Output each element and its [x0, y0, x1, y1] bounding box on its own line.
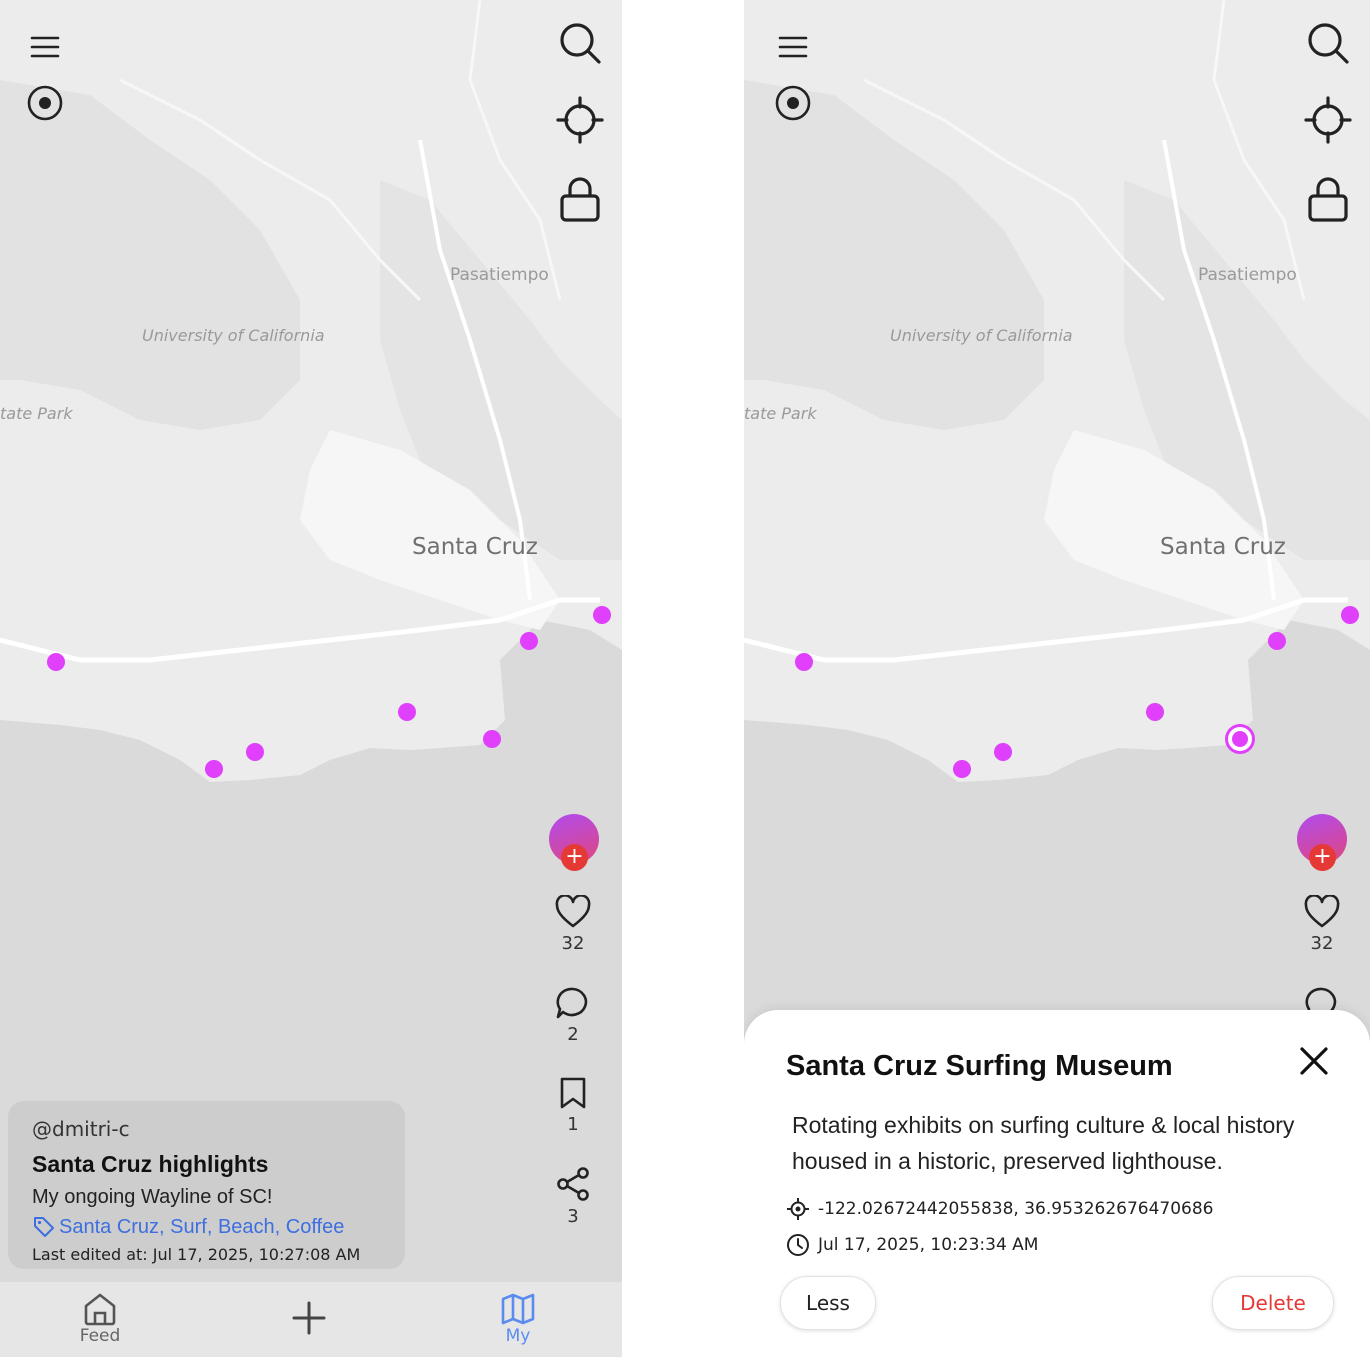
wayline-title: Santa Cruz highlights — [32, 1151, 269, 1177]
share-button[interactable]: 3 — [548, 1166, 598, 1227]
wayline-description: My ongoing Wayline of SC! — [32, 1186, 273, 1208]
nav-my-label: My — [505, 1326, 531, 1346]
place-title: Santa Cruz Surfing Museum — [786, 1050, 1173, 1082]
nav-feed-label: Feed — [79, 1326, 121, 1346]
map-label-pasatiempo: Pasatiempo — [1198, 265, 1297, 285]
map-marker[interactable] — [593, 606, 611, 624]
search-icon[interactable] — [555, 18, 605, 68]
bottom-nav: Feed My — [0, 1282, 622, 1357]
share-icon — [557, 1167, 589, 1201]
map-icon — [501, 1293, 535, 1325]
menu-icon[interactable] — [24, 28, 66, 66]
crosshair-icon[interactable] — [555, 95, 605, 145]
home-icon — [84, 1293, 116, 1326]
save-count: 1 — [567, 1114, 579, 1135]
nav-feed[interactable]: Feed — [75, 1292, 125, 1346]
map-marker[interactable] — [205, 760, 223, 778]
wayline-tags[interactable]: Santa Cruz, Surf, Beach, Coffee — [32, 1215, 381, 1239]
map-label-city: Santa Cruz — [1160, 534, 1286, 560]
map-marker[interactable] — [483, 730, 501, 748]
map-marker[interactable] — [1146, 703, 1164, 721]
map-marker[interactable] — [1268, 632, 1286, 650]
record-icon[interactable] — [772, 82, 814, 124]
search-icon[interactable] — [1303, 18, 1353, 68]
like-button[interactable]: 32 — [1297, 895, 1347, 954]
like-count: 32 — [1310, 933, 1334, 954]
timestamp-row: Jul 17, 2025, 10:23:34 AM — [786, 1233, 1038, 1257]
author-avatar[interactable]: + — [549, 814, 599, 871]
delete-button[interactable]: Delete — [1212, 1276, 1334, 1330]
tag-icon — [34, 1217, 54, 1237]
bookmark-icon — [560, 1077, 586, 1109]
lock-icon[interactable] — [1303, 175, 1353, 225]
coordinates-row: -122.02672442055838, 36.953262676470686 — [786, 1197, 1214, 1221]
map-label-state-park: tate Park — [0, 404, 73, 423]
last-edited: Last edited at: Jul 17, 2025, 10:27:08 A… — [32, 1245, 361, 1264]
nav-add[interactable] — [287, 1300, 331, 1336]
lock-icon[interactable] — [555, 175, 605, 225]
location-target-icon — [787, 1198, 809, 1220]
close-icon[interactable] — [1297, 1044, 1331, 1078]
map-label-pasatiempo: Pasatiempo — [450, 265, 549, 285]
map-label-state-park: tate Park — [744, 404, 817, 423]
map-label-university: University of California — [890, 326, 1073, 345]
comment-icon — [556, 987, 588, 1019]
share-count: 3 — [567, 1206, 579, 1227]
comment-count: 2 — [567, 1024, 579, 1045]
map-marker[interactable] — [47, 653, 65, 671]
crosshair-icon[interactable] — [1303, 95, 1353, 145]
place-coordinates: -122.02672442055838, 36.953262676470686 — [818, 1199, 1214, 1219]
like-count: 32 — [561, 933, 585, 954]
like-button[interactable]: 32 — [548, 895, 598, 954]
map-marker[interactable] — [398, 703, 416, 721]
map-marker[interactable] — [994, 743, 1012, 761]
follow-plus-icon[interactable]: + — [561, 844, 588, 871]
follow-plus-icon[interactable]: + — [1309, 844, 1336, 871]
map-marker[interactable] — [246, 743, 264, 761]
place-timestamp: Jul 17, 2025, 10:23:34 AM — [818, 1235, 1039, 1255]
map-screen-right: Pasatiempo University of California tate… — [744, 0, 1370, 1357]
author-handle[interactable]: @dmitri-c — [32, 1117, 381, 1141]
map-marker[interactable] — [795, 653, 813, 671]
menu-icon[interactable] — [772, 28, 814, 66]
place-detail-sheet: Santa Cruz Surfing Museum Rotating exhib… — [744, 1010, 1370, 1357]
comment-button[interactable]: 2 — [548, 986, 598, 1045]
record-icon[interactable] — [24, 82, 66, 124]
nav-my[interactable]: My — [493, 1292, 543, 1346]
save-button[interactable]: 1 — [548, 1076, 598, 1135]
author-avatar[interactable]: + — [1297, 814, 1347, 871]
less-button[interactable]: Less — [780, 1276, 876, 1330]
heart-icon — [1304, 895, 1340, 928]
wayline-card[interactable]: @dmitri-c Santa Cruz highlights My ongoi… — [8, 1101, 405, 1269]
map-screen-left: Pasatiempo University of California tate… — [0, 0, 622, 1357]
heart-icon — [555, 895, 591, 928]
map-label-university: University of California — [142, 326, 325, 345]
map-marker[interactable] — [520, 632, 538, 650]
tags-text[interactable]: Santa Cruz, Surf, Beach, Coffee — [59, 1216, 344, 1239]
plus-icon — [292, 1301, 326, 1335]
place-description: Rotating exhibits on surfing culture & l… — [792, 1112, 1295, 1174]
map-marker-selected[interactable] — [1225, 724, 1255, 754]
map-label-city: Santa Cruz — [412, 534, 538, 560]
map-marker[interactable] — [1341, 606, 1359, 624]
clock-icon — [787, 1234, 809, 1256]
map-marker[interactable] — [953, 760, 971, 778]
